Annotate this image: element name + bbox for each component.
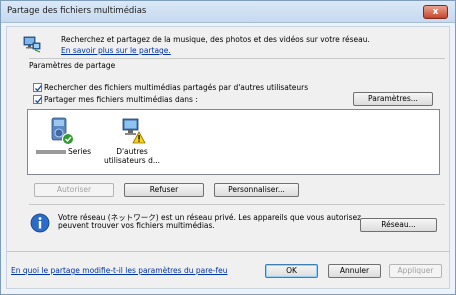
firewall-help-link[interactable]: En quoi le partage modifie-t-il les para… (11, 266, 259, 275)
ok-button[interactable]: OK (265, 264, 318, 278)
sharing-settings-label: Paramètres de partage (29, 61, 116, 70)
intro-text: Recherchez et partagez de la musique, de… (61, 35, 370, 44)
device-label: D'autres utilisateurs d... (103, 147, 161, 165)
network-button[interactable]: Réseau... (360, 218, 437, 232)
share-my-media-label[interactable]: Partager mes fichiers multimédias dans : (44, 95, 198, 104)
learn-more-link[interactable]: En savoir plus sur le partage. (61, 46, 171, 55)
media-sharing-dialog: Partage des fichiers multimédias x Reche… (0, 0, 456, 295)
separator (7, 251, 450, 252)
separator (29, 204, 445, 205)
network-computers-icon (22, 34, 42, 54)
customize-button[interactable]: Personnaliser... (214, 183, 299, 197)
deny-button[interactable]: Refuser (124, 183, 204, 197)
apply-button[interactable]: Appliquer (389, 264, 442, 278)
close-icon: x (432, 7, 439, 17)
network-status-text-2: peuvent trouver vos fichiers multimédias… (58, 221, 215, 230)
media-device-allowed-icon[interactable] (46, 116, 76, 146)
close-button[interactable]: x (423, 5, 448, 19)
title-bar[interactable]: Partage des fichiers multimédias x (1, 1, 455, 23)
checkmark-icon (35, 97, 43, 104)
share-my-media-checkbox[interactable] (33, 95, 43, 104)
cancel-button[interactable]: Annuler (328, 264, 381, 278)
masked-device-name (36, 150, 66, 154)
sharing-settings-button[interactable]: Paramètres... (353, 92, 433, 106)
device-label: Series (68, 147, 92, 156)
checkmark-icon (35, 85, 43, 92)
window-title: Partage des fichiers multimédias (7, 6, 147, 16)
other-users-warning-icon[interactable] (117, 116, 147, 146)
allow-button[interactable]: Autoriser (34, 183, 114, 197)
separator (29, 58, 445, 59)
device-list[interactable]: Series D'autres utilisateurs d... (27, 109, 440, 175)
info-icon (30, 213, 50, 233)
find-shared-media-label[interactable]: Rechercher des fichiers multimédias part… (44, 83, 308, 92)
find-shared-media-checkbox[interactable] (33, 83, 43, 92)
